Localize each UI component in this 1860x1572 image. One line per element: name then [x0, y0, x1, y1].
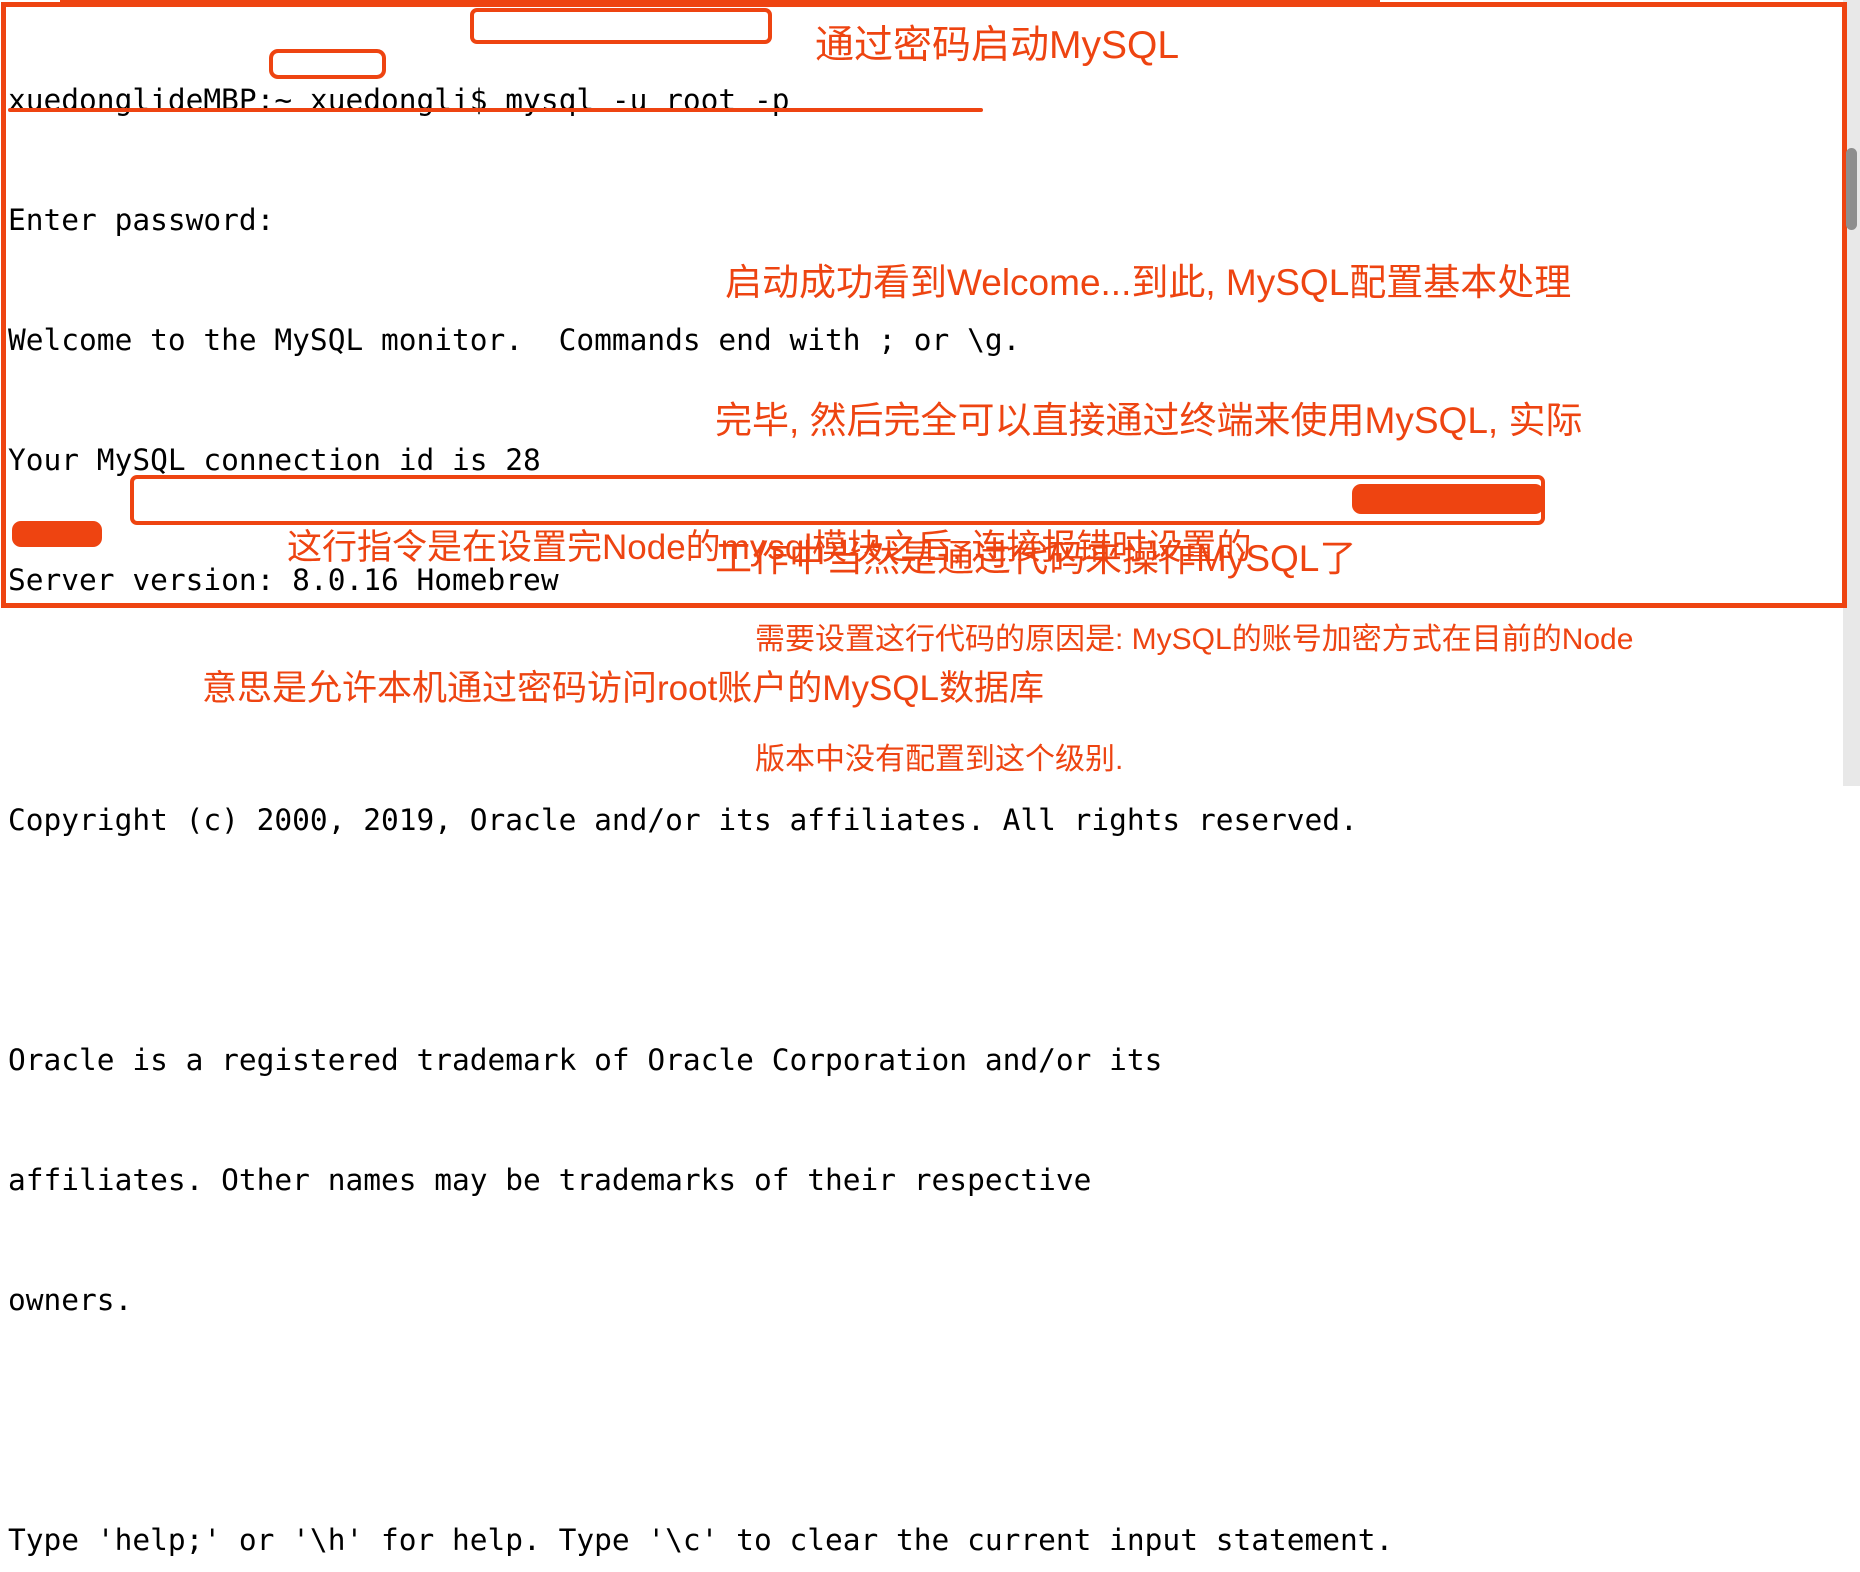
annotation-encryption-note-line2: 版本中没有配置到这个级别.	[755, 743, 1124, 776]
vertical-scrollbar-thumb[interactable]	[1846, 148, 1857, 230]
inline-password-redaction-continued	[12, 521, 102, 547]
annotation-encryption-note: 需要设置这行代码的原因是: MySQL的账号加密方式在目前的Node 版本中没有…	[755, 540, 1633, 820]
annotation-encryption-note-line1: 需要设置这行代码的原因是: MySQL的账号加密方式在目前的Node	[755, 623, 1634, 656]
terminal-line: Oracle is a registered trademark of Orac…	[8, 1043, 1163, 1077]
terminal-line: Type 'help;' or '\h' for help. Type '\c'…	[8, 1523, 1394, 1557]
annotation-underline-welcome	[8, 108, 983, 112]
terminal-line: owners.	[8, 1283, 133, 1317]
annotation-welcome-success-line1: 启动成功看到Welcome...到此, MySQL配置基本处理	[725, 262, 1572, 303]
password-entry-redaction	[269, 49, 386, 79]
annotation-start-mysql-with-password: 通过密码启动MySQL	[815, 24, 1180, 67]
terminal-line: affiliates. Other names may be trademark…	[8, 1163, 1092, 1197]
annotation-box-mysql-command	[470, 8, 772, 44]
